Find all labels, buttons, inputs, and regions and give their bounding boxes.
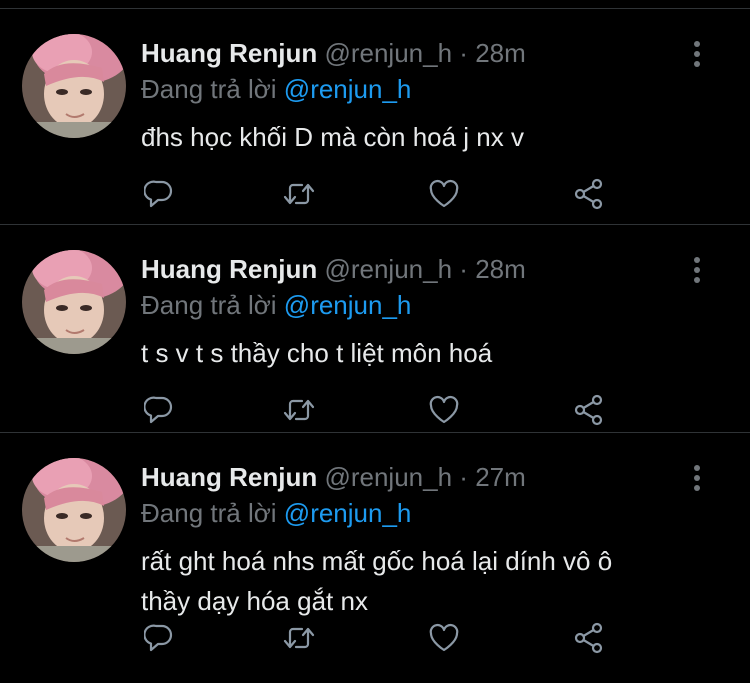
user-handle[interactable]: @renjun_h	[324, 462, 452, 492]
replying-to: Đang trả lời @renjun_h	[141, 289, 411, 321]
tweet-text-line: thầy dạy hóa gắt nx	[141, 586, 368, 616]
separator-dot: ·	[459, 462, 468, 492]
tweet-text-line: rất ght hoá nhs mất gốc hoá lại dính vô …	[141, 546, 613, 576]
tweet-header: Huang Renjun @renjun_h · 28m	[141, 37, 526, 69]
share-icon[interactable]	[571, 393, 607, 427]
replying-to-label: Đang trả lời	[141, 74, 277, 104]
avatar[interactable]	[22, 458, 126, 562]
avatar-photo	[22, 250, 126, 354]
timestamp[interactable]: 28m	[475, 38, 526, 68]
replying-to-label: Đang trả lời	[141, 498, 277, 528]
user-handle[interactable]: @renjun_h	[324, 38, 452, 68]
tweet-actions	[141, 393, 621, 427]
reply-mention-link[interactable]: @renjun_h	[284, 498, 412, 528]
more-options-icon[interactable]	[686, 257, 708, 287]
user-handle[interactable]: @renjun_h	[324, 254, 452, 284]
more-options-icon[interactable]	[686, 41, 708, 71]
display-name[interactable]: Huang Renjun	[141, 38, 317, 68]
replying-to: Đang trả lời @renjun_h	[141, 497, 411, 529]
reply-mention-link[interactable]: @renjun_h	[284, 290, 412, 320]
like-icon[interactable]	[426, 393, 462, 427]
avatar[interactable]	[22, 250, 126, 354]
more-options-icon[interactable]	[686, 465, 708, 495]
retweet-icon[interactable]	[281, 393, 317, 427]
avatar-photo	[22, 34, 126, 138]
tweet-actions	[141, 621, 621, 655]
timestamp[interactable]: 28m	[475, 254, 526, 284]
like-icon[interactable]	[426, 621, 462, 655]
tweet-2[interactable]: Huang Renjun @renjun_h · 28m Đang trả lờ…	[0, 225, 750, 433]
tweet-header: Huang Renjun @renjun_h · 27m	[141, 461, 526, 493]
timestamp[interactable]: 27m	[475, 462, 526, 492]
tweet-text: đhs học khối D mà còn hoá j nx v	[141, 122, 524, 152]
replying-to: Đang trả lời @renjun_h	[141, 73, 411, 105]
replying-to-label: Đang trả lời	[141, 290, 277, 320]
tweet-text: t s v t s thầy cho t liệt môn hoá	[141, 338, 493, 368]
tweet-actions	[141, 177, 621, 211]
display-name[interactable]: Huang Renjun	[141, 254, 317, 284]
retweet-icon[interactable]	[281, 177, 317, 211]
like-icon[interactable]	[426, 177, 462, 211]
avatar[interactable]	[22, 34, 126, 138]
separator-dot: ·	[459, 38, 468, 68]
tweet-3[interactable]: Huang Renjun @renjun_h · 27m Đang trả lờ…	[0, 433, 750, 683]
display-name[interactable]: Huang Renjun	[141, 462, 317, 492]
tweet-text: rất ght hoá nhs mất gốc hoá lại dính vô …	[141, 541, 721, 621]
reply-icon[interactable]	[141, 177, 177, 211]
retweet-icon[interactable]	[281, 621, 317, 655]
tweet-header: Huang Renjun @renjun_h · 28m	[141, 253, 526, 285]
share-icon[interactable]	[571, 177, 607, 211]
reply-mention-link[interactable]: @renjun_h	[284, 74, 412, 104]
reply-icon[interactable]	[141, 393, 177, 427]
reply-icon[interactable]	[141, 621, 177, 655]
separator-dot: ·	[459, 254, 468, 284]
avatar-photo	[22, 458, 126, 562]
share-icon[interactable]	[571, 621, 607, 655]
tweet-1[interactable]: Huang Renjun @renjun_h · 28m Đang trả lờ…	[0, 8, 750, 225]
